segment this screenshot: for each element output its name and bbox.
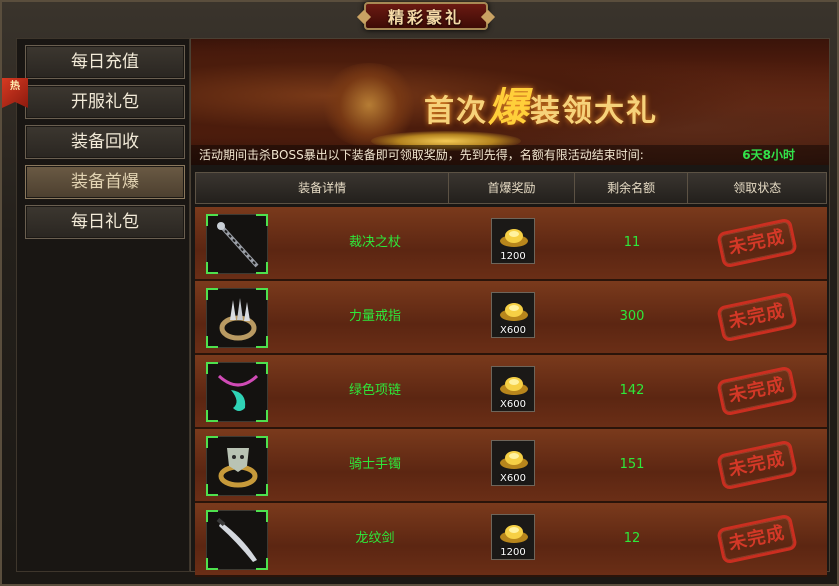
main-panel: 首次爆装领大礼 活动期间击杀BOSS暴出以下装备即可领取奖励，先到先得，名额有限…: [190, 38, 830, 577]
status-stamp: 未完成: [716, 291, 798, 343]
sidebar-item-daily-gift[interactable]: 每日礼包: [25, 205, 185, 239]
dragon-sword-icon: [216, 517, 257, 562]
item-name: 龙纹剑: [355, 531, 395, 546]
status-stamp: 未完成: [716, 365, 798, 417]
reward-quantity: X600: [500, 325, 526, 336]
reward-slot[interactable]: X600: [491, 440, 535, 486]
table-row: 龙纹剑 1200 12 未完成: [195, 503, 827, 577]
reward-slot[interactable]: 1200: [491, 514, 535, 560]
item-slot[interactable]: [206, 362, 268, 422]
banner-title: 首次爆装领大礼: [391, 75, 691, 133]
reward-quantity: X600: [500, 473, 526, 484]
table-row: 力量戒指 X600 300 未完成: [195, 281, 827, 355]
reward-slot[interactable]: 1200: [491, 218, 535, 264]
banner-title-highlight: 爆: [488, 84, 530, 131]
green-necklace-icon: [217, 374, 259, 411]
header-status: 领取状态: [733, 181, 782, 195]
status-stamp: 未完成: [716, 217, 798, 269]
header-reward: 首爆奖励: [449, 173, 575, 203]
banner-title-suffix: 装领大礼: [530, 94, 658, 129]
banner-title-prefix: 首次: [424, 94, 488, 129]
item-name: 力量戒指: [348, 309, 401, 324]
header-remaining: 剩余名额: [575, 173, 689, 203]
item-name: 裁决之杖: [348, 235, 401, 250]
reward-slot[interactable]: X600: [491, 366, 535, 412]
remaining-count: 11: [623, 235, 641, 250]
item-name: 绿色项链: [348, 383, 401, 398]
gold-ingot-icon: [500, 377, 528, 395]
remaining-count: 300: [619, 309, 645, 324]
reward-quantity: 1200: [500, 251, 526, 262]
knight-bracelet-icon: [218, 448, 258, 488]
table-row: 绿色项链 X600 142 未完成: [195, 355, 827, 429]
table-header: 装备详情 首爆奖励 剩余名额 领取状态: [195, 172, 827, 204]
table-row: 骑士手镯 X600 151 未完成: [195, 429, 827, 503]
status-stamp: 未完成: [716, 513, 798, 565]
item-name: 骑士手镯: [348, 457, 401, 472]
equipment-table: 裁决之杖 1200 11 未完成 力量戒指 X600 300 未完成 绿色项链 …: [195, 207, 827, 577]
remaining-count: 142: [619, 383, 645, 398]
gold-ingot-icon: [500, 303, 528, 321]
header-equipment: 装备详情: [196, 173, 450, 203]
table-row: 裁决之杖 1200 11 未完成: [195, 207, 827, 281]
item-slot[interactable]: [206, 288, 268, 348]
event-time-left: 6天8小时: [742, 148, 795, 162]
gold-ingot-icon: [500, 229, 528, 247]
event-banner: 首次爆装领大礼 活动期间击杀BOSS暴出以下装备即可领取奖励，先到先得，名额有限…: [191, 39, 829, 165]
sidebar-item-daily-recharge[interactable]: 每日充值: [25, 45, 185, 79]
sidebar: 每日充值 开服礼包 装备回收 装备首爆 每日礼包: [16, 38, 190, 572]
sidebar-item-first-drop[interactable]: 装备首爆: [25, 165, 185, 199]
sidebar-item-equipment-recycle[interactable]: 装备回收: [25, 125, 185, 159]
reward-quantity: 1200: [500, 547, 526, 558]
event-info: 活动期间击杀BOSS暴出以下装备即可领取奖励，先到先得，名额有限活动结束时间: …: [191, 145, 829, 165]
gold-ingot-icon: [500, 451, 528, 469]
sidebar-item-launch-gift[interactable]: 开服礼包: [25, 85, 185, 119]
item-slot[interactable]: [206, 436, 268, 496]
gold-ingot-icon: [500, 525, 528, 543]
spiked-ring-icon: [219, 298, 257, 341]
remaining-count: 12: [623, 531, 641, 546]
window-title: 精彩豪礼: [364, 2, 488, 30]
item-slot[interactable]: [206, 214, 268, 274]
staff-icon: [217, 222, 259, 268]
status-stamp: 未完成: [716, 439, 798, 491]
remaining-count: 151: [619, 457, 645, 472]
item-slot[interactable]: [206, 510, 268, 570]
event-info-text: 活动期间击杀BOSS暴出以下装备即可领取奖励，先到先得，名额有限活动结束时间:: [199, 148, 644, 162]
reward-slot[interactable]: X600: [491, 292, 535, 338]
reward-quantity: X600: [500, 399, 526, 410]
